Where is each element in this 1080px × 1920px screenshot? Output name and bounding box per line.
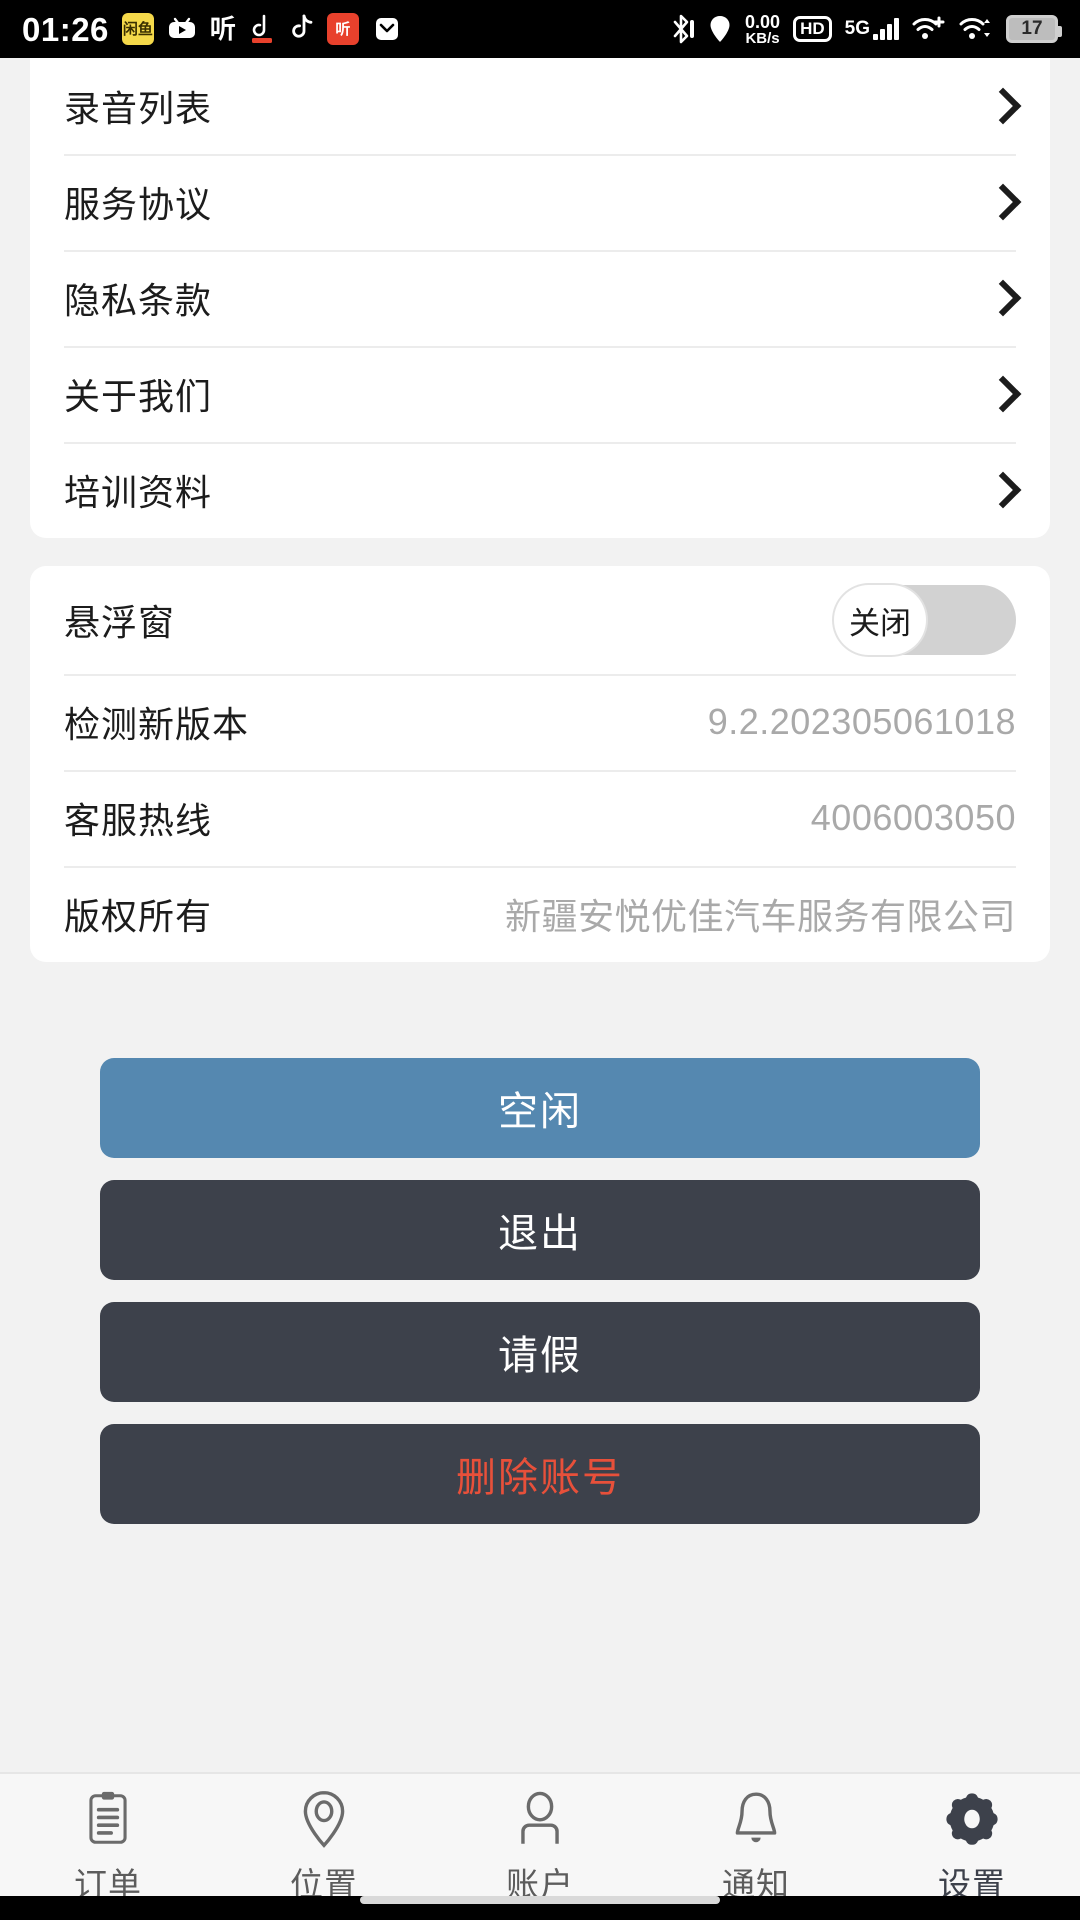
floating-window-toggle[interactable]: 关闭 bbox=[834, 585, 1016, 655]
info-card: 悬浮窗 关闭 检测新版本 9.2.202305061018 客服热线 40060… bbox=[30, 566, 1050, 962]
menu-item-about-us[interactable]: 关于我们 bbox=[30, 346, 1050, 442]
check-new-version-row[interactable]: 检测新版本 9.2.202305061018 bbox=[30, 674, 1050, 770]
cellular-signal-icon: 5G bbox=[845, 18, 899, 40]
menu-item-label: 培训资料 bbox=[64, 472, 213, 513]
tab-orders[interactable]: 订单 bbox=[0, 1788, 216, 1906]
network-speed-indicator: 0.00 KB/s bbox=[745, 13, 780, 46]
hotline-number-value: 4006003050 bbox=[810, 797, 1016, 838]
logout-button[interactable]: 退出 bbox=[100, 1180, 980, 1280]
customer-service-hotline-row[interactable]: 客服热线 4006003050 bbox=[30, 770, 1050, 866]
menu-item-label: 关于我们 bbox=[64, 376, 213, 417]
menu-item-service-agreement[interactable]: 服务协议 bbox=[30, 154, 1050, 250]
copyright-company-value: 新疆安悦优佳汽车服务有限公司 bbox=[504, 896, 1016, 937]
chevron-right-icon bbox=[984, 183, 1022, 221]
chevron-right-icon bbox=[984, 279, 1022, 317]
location-pin-icon bbox=[708, 14, 732, 44]
app-version-value: 9.2.202305061018 bbox=[707, 701, 1016, 742]
copyright-row: 版权所有 新疆安悦优佳汽车服务有限公司 bbox=[30, 866, 1050, 962]
location-pin-icon bbox=[293, 1788, 355, 1850]
chevron-right-icon bbox=[984, 375, 1022, 413]
bluetooth-icon bbox=[671, 13, 695, 45]
home-indicator[interactable] bbox=[360, 1896, 720, 1904]
tab-settings[interactable]: 设置 bbox=[864, 1788, 1080, 1906]
signal-bars-icon bbox=[873, 18, 899, 40]
network-type-label: 5G bbox=[844, 18, 870, 39]
tab-location[interactable]: 位置 bbox=[216, 1788, 432, 1906]
wifi-plus-icon bbox=[912, 15, 946, 43]
tab-account[interactable]: 账户 bbox=[432, 1788, 648, 1906]
menu-item-label: 隐私条款 bbox=[64, 280, 213, 321]
home-indicator-bar bbox=[0, 1896, 1080, 1920]
clipboard-icon bbox=[77, 1788, 139, 1850]
net-speed-value: 0.00 bbox=[745, 11, 781, 32]
status-bar: 01:26 闲鱼 听 听 0.00 KB/s HD 5G 17 bbox=[0, 0, 1080, 58]
menu-item-privacy-terms[interactable]: 隐私条款 bbox=[30, 250, 1050, 346]
tab-notifications[interactable]: 通知 bbox=[648, 1788, 864, 1906]
status-bar-right: 0.00 KB/s HD 5G 17 bbox=[671, 13, 1062, 46]
floating-window-label: 悬浮窗 bbox=[64, 602, 176, 643]
menu-item-training-materials[interactable]: 培训资料 bbox=[30, 442, 1050, 538]
menu-item-label: 服务协议 bbox=[64, 184, 213, 225]
chevron-right-icon bbox=[984, 471, 1022, 509]
ting-red-badge-icon: 听 bbox=[326, 13, 359, 45]
status-clock: 01:26 bbox=[22, 10, 109, 48]
row-label: 客服热线 bbox=[64, 800, 213, 841]
floating-window-row[interactable]: 悬浮窗 关闭 bbox=[30, 566, 1050, 674]
douyin-red-icon bbox=[249, 14, 275, 44]
bilibili-icon bbox=[167, 16, 197, 42]
app-badge-yellow-icon: 闲鱼 bbox=[121, 13, 154, 45]
battery-indicator: 17 bbox=[1006, 15, 1062, 43]
status-bar-left: 01:26 闲鱼 听 听 bbox=[22, 13, 402, 46]
row-label: 检测新版本 bbox=[64, 704, 250, 745]
action-buttons: 空闲 退出 请假 删除账号 bbox=[30, 1058, 1050, 1524]
ting-app-icon: 听 bbox=[209, 14, 236, 44]
app-screen: 01:26 闲鱼 听 听 0.00 KB/s HD 5G 17 录音列表 服务协… bbox=[0, 0, 1080, 1920]
row-label: 版权所有 bbox=[64, 896, 213, 937]
net-speed-unit: KB/s bbox=[745, 29, 780, 47]
status-idle-button[interactable]: 空闲 bbox=[100, 1058, 980, 1158]
tiktok-icon bbox=[288, 14, 314, 44]
wifi-sync-icon bbox=[959, 15, 993, 43]
delete-account-button[interactable]: 删除账号 bbox=[100, 1424, 980, 1524]
request-leave-button[interactable]: 请假 bbox=[100, 1302, 980, 1402]
menu-card: 录音列表 服务协议 隐私条款 关于我们 培训资料 bbox=[30, 58, 1050, 538]
menu-item-label: 录音列表 bbox=[64, 88, 213, 129]
settings-content: 录音列表 服务协议 隐私条款 关于我们 培训资料 悬浮窗 关闭 检测新版本 9.… bbox=[0, 58, 1080, 1772]
gear-icon bbox=[941, 1788, 1003, 1850]
toggle-knob-label: 关闭 bbox=[834, 585, 926, 655]
person-icon bbox=[509, 1788, 571, 1850]
menu-item-recording-list[interactable]: 录音列表 bbox=[30, 58, 1050, 154]
mail-icon bbox=[372, 14, 402, 44]
bell-icon bbox=[725, 1788, 787, 1850]
hd-icon: HD bbox=[793, 16, 832, 42]
chevron-right-icon bbox=[984, 87, 1022, 125]
